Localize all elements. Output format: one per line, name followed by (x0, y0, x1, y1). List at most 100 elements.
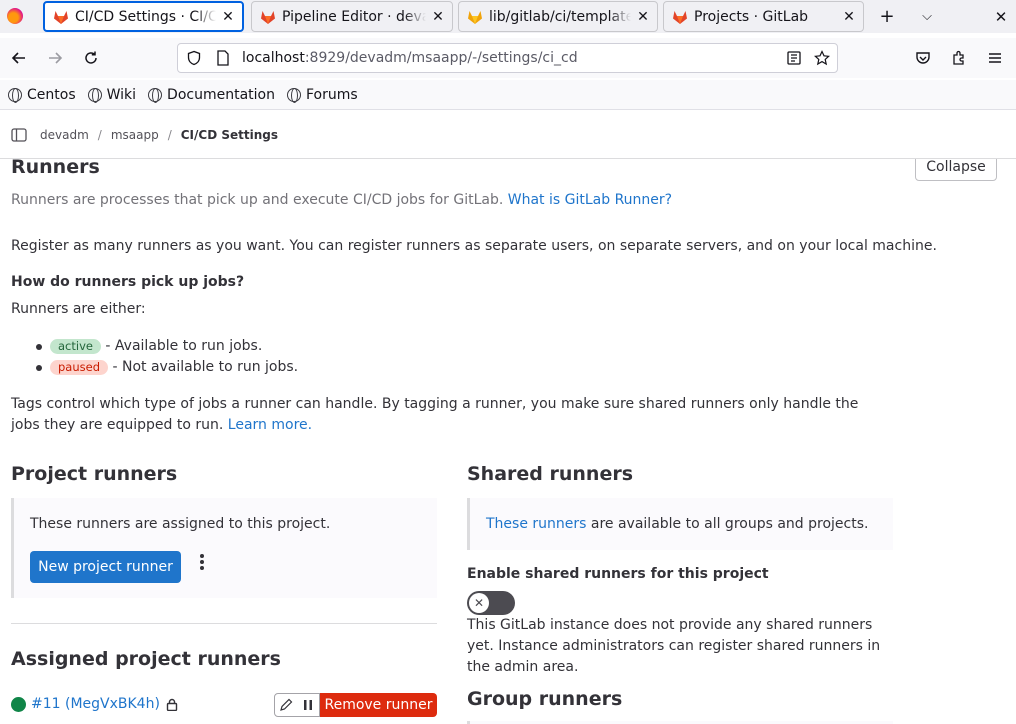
collapse-button[interactable]: Collapse (915, 159, 997, 181)
app-menu-icon[interactable] (984, 47, 1006, 69)
gitlab-favicon-icon (673, 10, 687, 24)
runners-intro: Runners are processes that pick up and e… (11, 190, 672, 211)
active-badge: active (50, 339, 101, 354)
tab-ci-cd-settings[interactable]: CI/CD Settings · CI/CD ✕ (43, 1, 244, 32)
remove-runner-button[interactable]: Remove runner (320, 693, 437, 717)
browser-tab-bar: CI/CD Settings · CI/CD ✕ Pipeline Editor… (0, 0, 1016, 33)
bookmark-forums[interactable]: Forums (286, 86, 358, 103)
page-info-icon[interactable] (216, 50, 230, 66)
globe-icon (286, 87, 301, 103)
runner-status-list: active - Available to run jobs. paused -… (24, 336, 298, 378)
online-status-icon (11, 697, 26, 712)
breadcrumb-separator: / (97, 127, 102, 142)
globe-icon (148, 87, 163, 103)
divider (11, 623, 437, 624)
tags-text-body: Tags control which type of jobs a runner… (11, 396, 859, 433)
back-icon[interactable] (8, 47, 30, 69)
shared-runners-info-text: These runners are available to all group… (486, 514, 868, 535)
enable-shared-label: Enable shared runners for this project (467, 566, 769, 582)
tab-pipeline-editor[interactable]: Pipeline Editor · devadm ✕ (251, 1, 453, 32)
list-item: active - Available to run jobs. (35, 336, 298, 357)
gitlab-favicon-icon (261, 10, 275, 24)
close-tab-icon[interactable]: ✕ (841, 9, 857, 25)
shared-info-suffix: are available to all groups and projects… (586, 516, 869, 532)
main-content: Runners Collapse Runners are processes t… (0, 159, 1016, 724)
register-text: Register as many runners as you want. Yo… (11, 238, 937, 254)
shared-runners-title: Shared runners (467, 463, 634, 485)
bookmarks-toolbar: Centos Wiki Documentation Forums (0, 80, 1016, 110)
shared-runners-toggle[interactable]: ✕ (467, 591, 515, 615)
assigned-text: These runners are assigned to this proje… (30, 516, 331, 532)
gitlab-favicon-icon (468, 10, 482, 24)
url-host: localhost (242, 50, 305, 66)
bookmark-centos[interactable]: Centos (8, 87, 76, 103)
globe-icon (87, 87, 102, 103)
tab-projects[interactable]: Projects · GitLab ✕ (663, 1, 864, 32)
paused-badge: paused (50, 360, 109, 375)
pause-icon (304, 700, 312, 710)
tab-title: lib/gitlab/ci/templates/ (489, 8, 631, 25)
bookmark-label: Wiki (106, 86, 137, 103)
project-runners-title: Project runners (11, 463, 178, 485)
how-runners-heading: How do runners pick up jobs? (11, 274, 245, 290)
these-runners-link[interactable]: These runners (486, 516, 586, 532)
more-actions-icon[interactable] (200, 554, 204, 558)
pause-runner-button[interactable] (297, 693, 320, 717)
runners-either-text: Runners are either: (11, 301, 146, 317)
what-is-runner-link[interactable]: What is GitLab Runner? (508, 192, 672, 208)
pocket-icon[interactable] (912, 47, 934, 69)
tab-gitlab-templates[interactable]: lib/gitlab/ci/templates/ ✕ (458, 1, 658, 32)
runners-intro-text: Runners are processes that pick up and e… (11, 192, 504, 208)
breadcrumb-msaapp[interactable]: msaapp (111, 128, 159, 142)
breadcrumb-devadm[interactable]: devadm (40, 128, 89, 142)
breadcrumb-current[interactable]: CI/CD Settings (181, 128, 278, 142)
new-project-runner-button[interactable]: New project runner (30, 551, 181, 583)
bookmark-wiki[interactable]: Wiki (87, 86, 137, 103)
tab-title: Projects · GitLab (694, 8, 809, 25)
group-runners-title: Group runners (467, 688, 623, 710)
tags-text: Tags control which type of jobs a runner… (11, 394, 891, 436)
runner-row: #11 (MegVxBK4h) (11, 694, 178, 715)
bookmark-documentation[interactable]: Documentation (148, 87, 275, 103)
reader-view-icon[interactable] (786, 50, 802, 66)
project-runners-panel: These runners are assigned to this proje… (11, 498, 437, 598)
close-tab-icon[interactable]: ✕ (430, 9, 446, 25)
list-tabs-icon[interactable]: ⌵ (916, 6, 938, 28)
sidebar-toggle-icon[interactable] (11, 127, 27, 142)
assigned-runners-title: Assigned project runners (11, 648, 281, 670)
close-tab-icon[interactable]: ✕ (635, 9, 651, 25)
url-text[interactable]: localhost:8929/devadm/msaapp/-/settings/… (242, 50, 578, 66)
tab-title: CI/CD Settings · CI/CD (75, 8, 216, 25)
lock-icon (166, 698, 178, 711)
tab-title: Pipeline Editor · devadm (282, 8, 426, 25)
runners-section-title: Runners (11, 159, 100, 178)
new-tab-icon[interactable]: + (876, 6, 898, 28)
url-path: :8929/devadm/msaapp/-/settings/ci_cd (304, 50, 578, 66)
active-desc: - Available to run jobs. (100, 338, 263, 354)
close-window-icon[interactable]: ✕ (990, 6, 1012, 28)
bookmark-star-icon[interactable] (814, 50, 830, 66)
forward-icon[interactable] (44, 47, 66, 69)
breadcrumb: devadm / msaapp / CI/CD Settings (0, 111, 1016, 159)
reload-icon[interactable] (80, 47, 102, 69)
edit-runner-button[interactable] (274, 693, 298, 717)
firefox-menu-icon[interactable] (7, 8, 23, 24)
url-bar[interactable]: localhost:8929/devadm/msaapp/-/settings/… (177, 43, 838, 73)
bookmark-label: Centos (27, 86, 76, 103)
runner-link[interactable]: #11 (MegVxBK4h) (31, 694, 160, 715)
close-tab-icon[interactable]: ✕ (220, 9, 236, 25)
list-item: paused - Not available to run jobs. (35, 357, 299, 378)
shield-icon[interactable] (186, 50, 202, 66)
breadcrumb-separator: / (167, 127, 172, 142)
shared-runners-info: These runners are available to all group… (467, 498, 893, 550)
no-shared-runners-text: This GitLab instance does not provide an… (467, 617, 881, 675)
paused-desc: - Not available to run jobs. (108, 359, 299, 375)
globe-icon (8, 87, 22, 103)
extensions-icon[interactable] (948, 47, 970, 69)
gitlab-favicon-icon (54, 10, 68, 24)
learn-more-link[interactable]: Learn more. (228, 417, 312, 433)
bookmark-label: Forums (305, 86, 358, 103)
bookmark-label: Documentation (167, 86, 275, 103)
toggle-off-icon: ✕ (469, 593, 489, 613)
pencil-icon (280, 698, 293, 711)
